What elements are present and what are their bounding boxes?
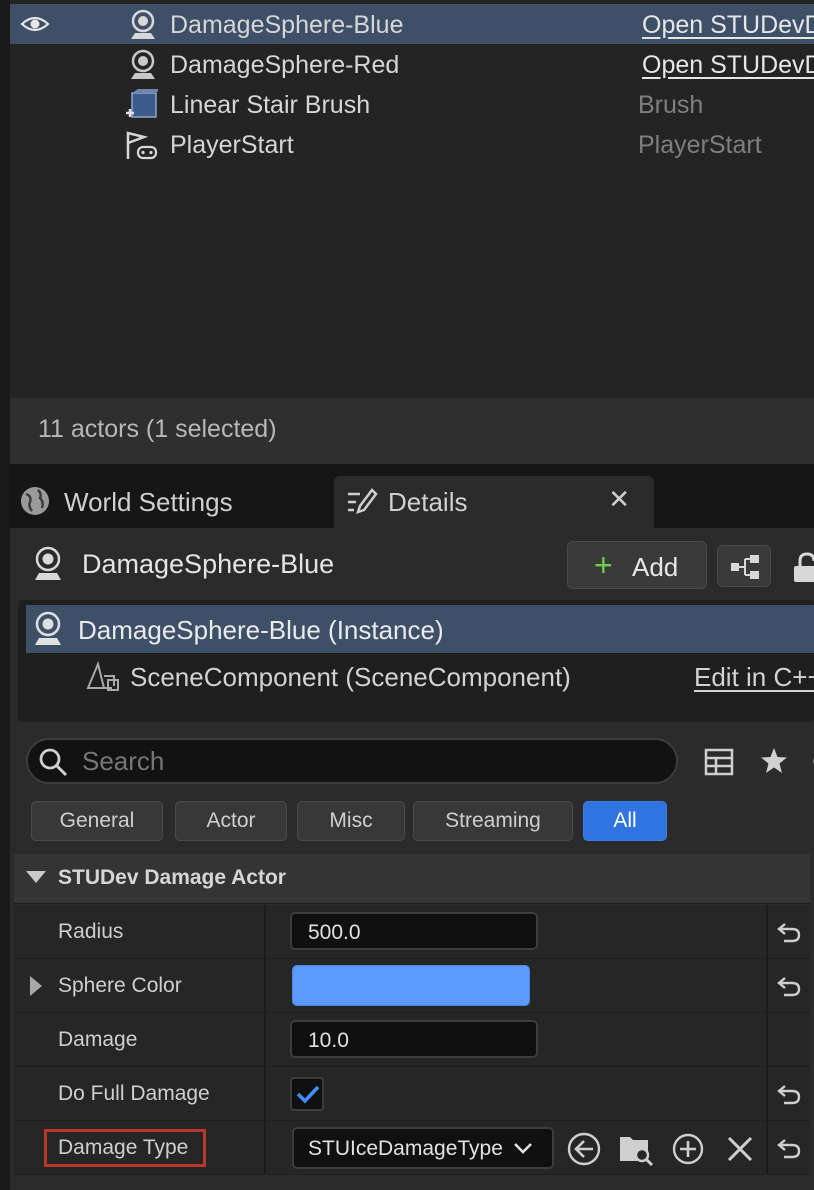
browse-folder-icon[interactable] [618,1131,654,1167]
collapse-arrow-icon[interactable] [26,871,46,883]
property-row-sphere-color: Sphere Color [14,959,810,1013]
column-divider[interactable] [264,1013,266,1066]
column-divider [766,959,768,1012]
outliner-item-name: Linear Stair Brush [170,91,371,119]
column-divider [766,1121,768,1174]
damage-actor-icon [35,611,61,645]
component-tree: DamageSphere-Blue (Instance) SceneCompon… [18,600,814,722]
panel-tab-strip: World Settings Details ✕ [10,464,814,528]
search-input[interactable] [82,744,662,778]
category-label: STUDev Damage Actor [58,866,286,889]
column-divider[interactable] [264,1067,266,1120]
details-pencil-icon [348,488,378,514]
property-label: Radius [58,920,124,943]
outliner-row-linear-stair-brush[interactable]: Linear Stair Brush Brush [10,84,814,124]
column-divider[interactable] [264,1121,266,1174]
property-matrix-icon[interactable] [704,747,734,777]
add-component-button[interactable]: + Add [567,541,707,589]
component-name[interactable]: SceneComponent (SceneComponent) [130,662,571,693]
outliner-item-type-link[interactable]: Open STUDevD [642,11,814,40]
use-selected-arrow-icon[interactable] [566,1131,602,1167]
component-name: DamageSphere-Blue (Instance) [78,615,444,645]
plus-icon: + [594,547,613,583]
hierarchy-icon [731,555,759,579]
property-row-do-full-damage: Do Full Damage [14,1067,810,1121]
reset-to-default-icon[interactable] [776,1135,802,1161]
property-label: Do Full Damage [58,1082,210,1105]
property-row-radius: Radius 500.0 [14,905,810,959]
globe-icon [21,487,49,515]
filter-streaming[interactable]: Streaming [413,801,573,841]
dropdown-value: STUIceDamageType [308,1137,503,1160]
checkmark-icon [296,1085,320,1104]
search-icon [39,748,68,777]
damage-type-dropdown[interactable]: STUIceDamageType [292,1127,554,1169]
outliner-item-type-link[interactable]: Open STUDevD [642,51,814,80]
scene-component-icon [86,660,119,691]
sphere-color-swatch[interactable] [292,965,530,1006]
outliner-status-bar: 11 actors (1 selected) [10,398,814,464]
expand-arrow-icon[interactable] [30,976,42,996]
eye-visibility-icon[interactable] [20,14,50,34]
reset-to-default-icon[interactable] [776,1081,802,1107]
tab-details[interactable]: Details ✕ [334,476,654,528]
property-label: Sphere Color [58,974,182,997]
reset-to-default-icon[interactable] [776,973,802,999]
actor-count-text: 11 actors (1 selected) [38,415,277,443]
reset-to-default-icon[interactable] [776,919,802,945]
details-search-box[interactable] [26,738,678,784]
column-divider [766,1067,768,1120]
tab-world-settings[interactable]: World Settings [10,476,330,528]
category-header[interactable]: STUDev Damage Actor [14,854,810,904]
tab-label: Details [388,487,468,517]
outliner-row-damagesphere-blue[interactable]: DamageSphere-Blue Open STUDevD [10,4,814,44]
column-divider[interactable] [264,959,266,1012]
clear-x-icon[interactable] [722,1131,758,1167]
outliner-item-type: PlayerStart [638,131,762,159]
property-row-damage: Damage 10.0 [14,1013,810,1067]
player-start-icon [126,131,158,160]
brush-icon [126,89,158,118]
outliner-item-name: DamageSphere-Blue [170,11,404,39]
column-divider [766,1013,768,1066]
add-element-icon[interactable] [670,1131,706,1167]
damage-actor-icon [131,9,155,39]
details-panel: DamageSphere-Blue + Add DamageSphere-Blu… [10,528,814,1190]
close-icon[interactable]: ✕ [608,484,630,515]
property-label: Damage Type [58,1136,189,1159]
outliner-item-name: PlayerStart [170,131,294,159]
filter-all[interactable]: All [583,801,667,841]
damage-actor-icon [35,546,61,580]
chevron-down-icon [514,1143,532,1154]
blueprint-button[interactable] [717,545,771,587]
world-outliner: DamageSphere-Blue Open STUDevD DamageSph… [10,0,814,398]
column-divider [766,905,768,958]
outliner-row-playerstart[interactable]: PlayerStart PlayerStart [10,124,814,164]
filter-actor[interactable]: Actor [175,801,287,841]
edit-in-cpp-link[interactable]: Edit in C++ [694,662,814,693]
lock-icon[interactable] [792,552,814,584]
property-row-damage-type: Damage Type STUIceDamageType [14,1121,810,1175]
component-row-instance[interactable]: DamageSphere-Blue (Instance) [26,605,814,653]
outliner-item-type: Brush [638,91,704,119]
outliner-row-damagesphere-red[interactable]: DamageSphere-Red Open STUDevD [10,44,814,84]
star-icon[interactable] [758,745,790,777]
add-label: Add [632,552,679,582]
selected-actor-name: DamageSphere-Blue [82,549,335,579]
damage-actor-icon [131,49,155,79]
tab-label: World Settings [64,487,233,517]
property-label: Damage [58,1028,138,1051]
column-divider[interactable] [264,905,266,958]
do-full-damage-checkbox[interactable] [290,1077,324,1111]
settings-gear-icon[interactable] [806,746,814,776]
outliner-item-name: DamageSphere-Red [170,51,400,79]
damage-input[interactable]: 10.0 [290,1020,538,1058]
radius-input[interactable]: 500.0 [290,912,538,950]
filter-misc[interactable]: Misc [297,801,405,841]
filter-general[interactable]: General [31,801,163,841]
